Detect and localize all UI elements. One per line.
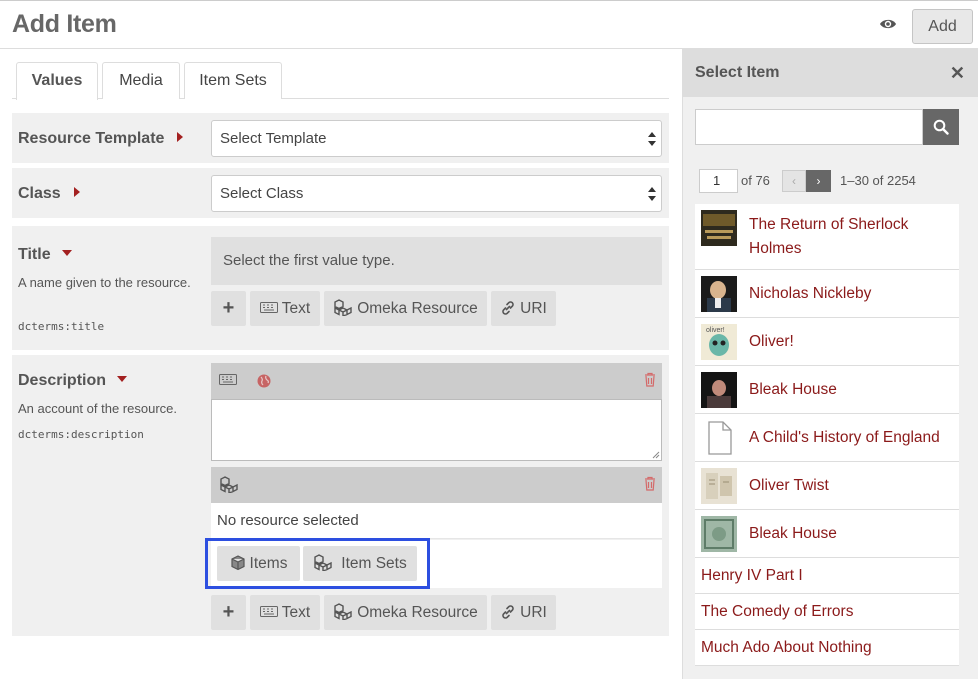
omeka-resource-button[interactable]: Omeka Resource bbox=[324, 291, 487, 326]
keyboard-icon bbox=[219, 374, 237, 385]
resource-template-select[interactable]: Select Template bbox=[211, 120, 662, 157]
description-term: dcterms:description bbox=[18, 428, 144, 441]
page-count: of 76 bbox=[741, 173, 770, 188]
eye-icon[interactable] bbox=[879, 17, 897, 31]
svg-text:oliver!: oliver! bbox=[706, 327, 725, 334]
select-item-sidebar: Select Item ✕ 1 of 76 ‹ › 1–30 of 2254 T… bbox=[682, 49, 978, 679]
select-arrows-icon bbox=[648, 132, 656, 146]
trash-icon[interactable] bbox=[644, 476, 656, 491]
sidebar-title: Select Item bbox=[695, 64, 780, 81]
item-title[interactable]: The Comedy of Errors bbox=[701, 600, 853, 624]
item-thumbnail bbox=[701, 210, 737, 246]
caret-down-icon bbox=[61, 249, 72, 256]
list-item[interactable]: The Comedy of Errors bbox=[695, 594, 959, 630]
item-thumbnail: oliver! bbox=[701, 324, 737, 360]
close-icon[interactable]: ✕ bbox=[950, 63, 965, 84]
page-header: Add Item Add bbox=[0, 0, 978, 49]
item-title[interactable]: Oliver Twist bbox=[749, 474, 829, 498]
caret-right-icon bbox=[73, 186, 80, 197]
description-field: Description An account of the resource. … bbox=[12, 355, 669, 636]
omeka-resource-button[interactable]: Omeka Resource bbox=[324, 595, 487, 630]
add-button[interactable]: Add bbox=[912, 9, 973, 44]
cubes-icon bbox=[334, 299, 352, 318]
list-item[interactable]: Henry IV Part I bbox=[695, 558, 959, 594]
next-page-button[interactable]: › bbox=[806, 170, 831, 192]
description-textarea[interactable] bbox=[211, 399, 662, 461]
title-term: dcterms:title bbox=[18, 320, 105, 333]
description-description: An account of the resource. bbox=[18, 401, 177, 416]
class-label[interactable]: Class bbox=[18, 185, 80, 203]
item-title[interactable]: Oliver! bbox=[749, 330, 794, 354]
cubes-icon bbox=[220, 476, 238, 493]
page-title: Add Item bbox=[12, 10, 117, 38]
trash-icon[interactable] bbox=[644, 372, 656, 387]
item-title[interactable]: The Return of Sherlock Holmes bbox=[749, 213, 908, 261]
tab-media[interactable]: Media bbox=[102, 62, 180, 99]
class-select[interactable]: Select Class bbox=[211, 175, 662, 212]
tab-item-sets[interactable]: Item Sets bbox=[184, 62, 282, 99]
sidebar-header: Select Item ✕ bbox=[683, 49, 978, 97]
text-value-header bbox=[211, 363, 662, 399]
add-value-button[interactable]: + bbox=[211, 291, 246, 326]
item-title[interactable]: A Child's History of England bbox=[749, 426, 940, 450]
item-list: The Return of Sherlock Holmes Nicholas Ni… bbox=[695, 204, 959, 666]
description-label[interactable]: Description bbox=[18, 372, 128, 390]
item-thumbnail bbox=[701, 276, 737, 312]
cubes-icon bbox=[334, 603, 352, 622]
add-value-button[interactable]: + bbox=[211, 595, 246, 630]
list-item[interactable]: oliver! Oliver! bbox=[695, 318, 959, 366]
class-field: Class Select Class bbox=[12, 168, 669, 218]
text-value-button[interactable]: Text bbox=[250, 595, 320, 630]
list-item[interactable]: Much Ado About Nothing bbox=[695, 630, 959, 666]
item-thumbnail bbox=[701, 468, 737, 504]
no-resource-selected: No resource selected bbox=[211, 503, 662, 539]
text-value-button[interactable]: Text bbox=[250, 291, 320, 326]
caret-right-icon bbox=[177, 131, 184, 142]
page-number-input[interactable]: 1 bbox=[699, 169, 738, 193]
search-icon bbox=[933, 119, 949, 135]
tab-bar: Values Media Item Sets bbox=[12, 62, 669, 100]
title-label[interactable]: Title bbox=[18, 246, 72, 264]
list-item[interactable]: Oliver Twist bbox=[695, 462, 959, 510]
item-title[interactable]: Nicholas Nickleby bbox=[749, 282, 871, 306]
list-item[interactable]: Bleak House bbox=[695, 510, 959, 558]
resize-handle-icon[interactable] bbox=[652, 451, 660, 459]
link-icon bbox=[502, 301, 514, 315]
keyboard-icon bbox=[259, 606, 278, 618]
item-thumbnail bbox=[701, 516, 737, 552]
caret-down-icon bbox=[117, 375, 128, 382]
search-button[interactable] bbox=[923, 109, 959, 145]
list-item[interactable]: Bleak House bbox=[695, 366, 959, 414]
result-range: 1–30 of 2254 bbox=[840, 173, 916, 188]
highlight-box bbox=[205, 538, 430, 589]
resource-template-field: Resource Template Select Template bbox=[12, 113, 669, 163]
resource-value-header bbox=[211, 467, 662, 503]
uri-value-button[interactable]: URI bbox=[491, 595, 556, 630]
sidebar-search-input[interactable] bbox=[695, 109, 923, 145]
value-type-hint: Select the first value type. bbox=[211, 237, 662, 285]
list-item[interactable]: A Child's History of England bbox=[695, 414, 959, 462]
resource-template-label[interactable]: Resource Template bbox=[18, 130, 184, 148]
list-item[interactable]: The Return of Sherlock Holmes bbox=[695, 204, 959, 270]
title-description: A name given to the resource. bbox=[18, 275, 191, 290]
list-item[interactable]: Nicholas Nickleby bbox=[695, 270, 959, 318]
select-arrows-icon bbox=[648, 187, 656, 201]
item-title[interactable]: Bleak House bbox=[749, 522, 837, 546]
item-title[interactable]: Bleak House bbox=[749, 378, 837, 402]
previous-page-button[interactable]: ‹ bbox=[782, 170, 806, 192]
language-globe-icon[interactable] bbox=[257, 374, 271, 388]
link-icon bbox=[502, 605, 514, 619]
uri-value-button[interactable]: URI bbox=[491, 291, 556, 326]
file-icon bbox=[708, 421, 732, 455]
tab-values[interactable]: Values bbox=[16, 62, 98, 100]
item-title[interactable]: Henry IV Part I bbox=[701, 564, 803, 588]
item-title[interactable]: Much Ado About Nothing bbox=[701, 636, 872, 660]
keyboard-icon bbox=[259, 302, 278, 314]
title-field: Title A name given to the resource. dcte… bbox=[12, 226, 669, 350]
item-thumbnail bbox=[701, 372, 737, 408]
